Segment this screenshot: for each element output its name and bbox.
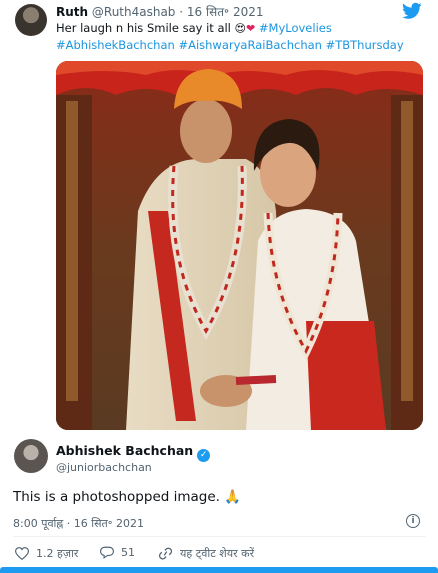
quoted-tweet[interactable]: Ruth @Ruth4ashab · 16 सित॰ 2021 Her laug… [0, 0, 438, 432]
tweet-text-body: This is a photoshopped image. [13, 489, 220, 505]
red-heart-emoji: ❤ [246, 22, 256, 35]
bottom-accent-bar [0, 567, 438, 573]
quoted-author-avatar[interactable] [15, 4, 47, 36]
wedding-photo[interactable] [56, 61, 423, 430]
quoted-tweet-header: Ruth @Ruth4ashab · 16 सित॰ 2021 [56, 3, 264, 20]
like-count: 1.2 हज़ार [36, 547, 79, 560]
like-action[interactable]: 1.2 हज़ार [15, 546, 78, 561]
folded-hands-emoji: 🙏 [224, 489, 242, 505]
twitter-bird-icon[interactable] [402, 2, 422, 20]
share-action[interactable]: यह ट्वीट शेयर करें [158, 546, 254, 561]
quoted-author-handle[interactable]: @Ruth4ashab [92, 5, 176, 19]
author-handle[interactable]: @juniorbachchan [56, 461, 152, 474]
verified-badge-icon: ✓ [197, 449, 211, 462]
share-label: यह ट्वीट शेयर करें [180, 547, 255, 560]
hashtag-abhishekbachchan[interactable]: #AbhishekBachchan [56, 38, 175, 52]
quoted-tweet-date[interactable]: 16 सित॰ 2021 [187, 5, 264, 19]
heart-icon[interactable] [15, 547, 29, 560]
link-icon[interactable] [158, 547, 173, 560]
quoted-tweet-separator: · [179, 5, 184, 19]
hashtag-mylovelies[interactable]: #MyLovelies [259, 21, 332, 35]
reply-action[interactable]: 51 [100, 546, 135, 559]
tweet-text: This is a photoshopped image. 🙏 [13, 489, 241, 505]
author-name-row[interactable]: Abhishek Bachchan ✓ [56, 443, 211, 462]
reply-bubble-icon[interactable] [100, 546, 114, 559]
quoted-author-name[interactable]: Ruth [56, 5, 88, 19]
quoted-text-body: Her laugh n his Smile say it all [56, 21, 231, 35]
info-icon[interactable]: i [406, 514, 420, 528]
wedding-photo-image [56, 61, 423, 430]
hashtag-tbthursday[interactable]: #TBThursday [326, 38, 404, 52]
author-name[interactable]: Abhishek Bachchan [56, 443, 193, 458]
heart-eyes-emoji: 😍 [234, 22, 247, 35]
author-avatar[interactable] [14, 439, 48, 473]
reply-count: 51 [121, 546, 135, 559]
hashtag-aishwaryaraibachchan[interactable]: #AishwaryaRaiBachchan [178, 38, 322, 52]
quoted-tweet-text: Her laugh n his Smile say it all 😍❤ #MyL… [56, 20, 426, 53]
tweet-timestamp[interactable]: 8:00 पूर्वाह्न · 16 सित॰ 2021 [13, 516, 144, 531]
divider [13, 536, 426, 537]
